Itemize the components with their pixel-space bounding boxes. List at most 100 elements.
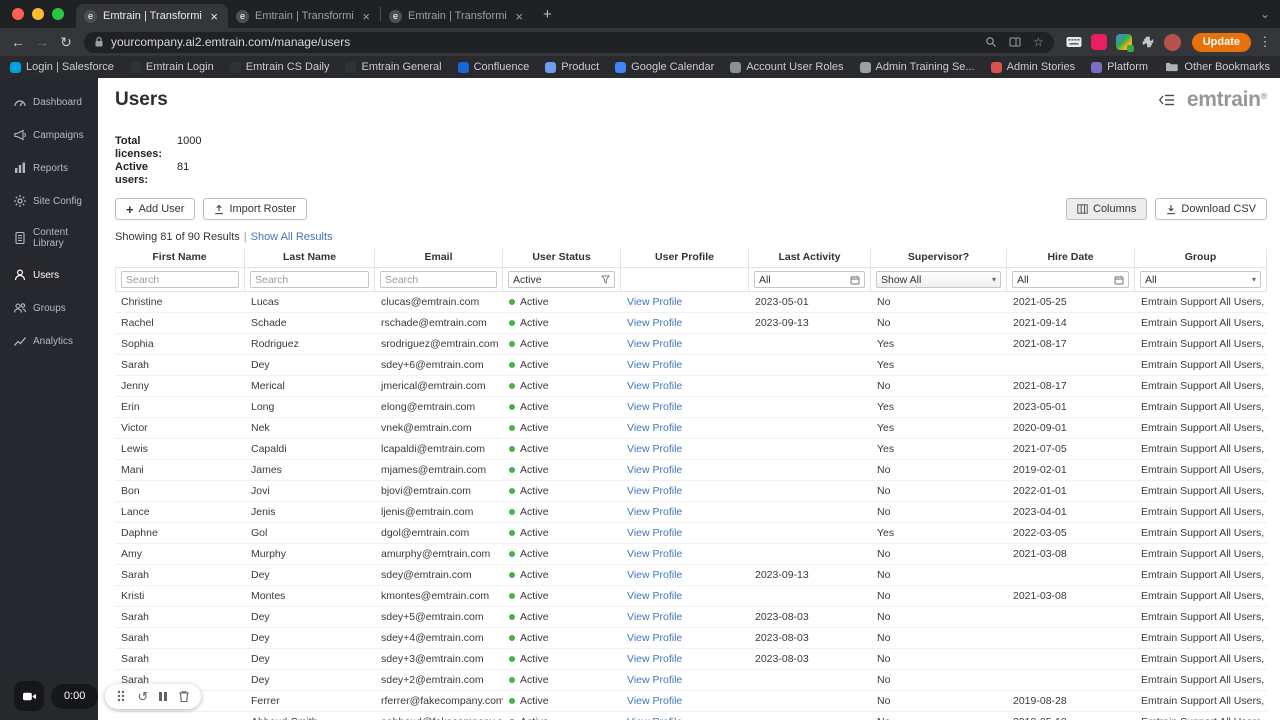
collapse-sidebar-icon[interactable] [1158, 94, 1175, 106]
zoom-window-button[interactable] [52, 8, 64, 20]
bookmark-item[interactable]: Admin Stories [990, 61, 1075, 73]
table-row[interactable]: Jenny Merical jmerical@emtrain.com Activ… [115, 376, 1267, 397]
bookmark-item[interactable]: Confluence [457, 61, 529, 73]
sidebar-item-content-library[interactable]: Content Library [0, 220, 98, 256]
column-header[interactable]: Hire Date [1007, 249, 1135, 267]
sidebar-item-users[interactable]: Users [0, 261, 98, 289]
puzzle-extensions-icon[interactable] [1141, 35, 1155, 49]
group-filter[interactable]: All ▾ [1140, 271, 1261, 288]
browser-menu-icon[interactable]: ⋮ [1256, 34, 1274, 50]
view-profile-link[interactable]: View Profile [627, 380, 682, 392]
hire-date-filter[interactable]: All [1012, 271, 1129, 288]
tab-close-icon[interactable]: × [208, 10, 220, 23]
column-header[interactable]: Supervisor? [871, 249, 1007, 267]
table-row[interactable]: Victor Nek vnek@emtrain.com Active View … [115, 418, 1267, 439]
new-tab-button[interactable]: + [543, 6, 552, 23]
search-icon[interactable] [985, 36, 997, 48]
show-all-results-link[interactable]: Show All Results [251, 231, 333, 243]
address-bar[interactable]: yourcompany.ai2.emtrain.com/manage/users… [84, 31, 1054, 53]
tab-search-icon[interactable]: ⌄ [1260, 7, 1280, 21]
back-icon[interactable]: ← [6, 34, 30, 50]
delete-recording-icon[interactable] [178, 690, 190, 703]
browser-tab-3[interactable]: e Emtrain | Transforming Workp... × [381, 4, 533, 28]
table-row[interactable]: Mani James mjames@emtrain.com Active Vie… [115, 460, 1267, 481]
sidebar-item-campaigns[interactable]: Campaigns [0, 121, 98, 149]
email-filter-input[interactable] [380, 271, 497, 288]
chrome-update-button[interactable]: Update [1191, 32, 1251, 52]
view-profile-link[interactable]: View Profile [627, 485, 682, 497]
table-row[interactable]: Sarah Dey sdey+4@emtrain.com Active View… [115, 628, 1267, 649]
view-profile-link[interactable]: View Profile [627, 338, 682, 350]
bookmark-star-icon[interactable]: ☆ [1033, 35, 1044, 49]
import-roster-button[interactable]: Import Roster [203, 198, 308, 220]
browser-tab-1[interactable]: e Emtrain | Transforming Wo... × [76, 4, 228, 28]
table-row[interactable]: Sarah Dey sdey+3@emtrain.com Active View… [115, 649, 1267, 670]
bookmark-item[interactable]: Platform Events D... [1091, 61, 1149, 73]
table-row[interactable]: Sarah Dey sdey+5@emtrain.com Active View… [115, 607, 1267, 628]
bookmark-item[interactable]: Login | Salesforce [10, 61, 114, 73]
sidebar-item-analytics[interactable]: Analytics [0, 327, 98, 355]
supervisor-filter-select[interactable]: Show All ▾ [876, 271, 1001, 288]
tab-close-icon[interactable]: × [513, 10, 525, 23]
table-row[interactable]: Amy Murphy amurphy@emtrain.com Active Vi… [115, 544, 1267, 565]
extension-icon[interactable] [1115, 34, 1134, 52]
bookmark-item[interactable]: Emtrain Login [129, 61, 214, 73]
bookmark-item[interactable]: Google Calendar [615, 61, 714, 73]
table-row[interactable]: Sarah Dey sdey+6@emtrain.com Active View… [115, 355, 1267, 376]
table-row[interactable]: Lewis Capaldi lcapaldi@emtrain.com Activ… [115, 439, 1267, 460]
view-profile-link[interactable]: View Profile [627, 401, 682, 413]
view-profile-link[interactable]: View Profile [627, 359, 682, 371]
reload-icon[interactable]: ↻ [54, 34, 78, 51]
table-row[interactable]: Christine Lucas clucas@emtrain.com Activ… [115, 292, 1267, 313]
restart-recording-icon[interactable]: ↺ [137, 690, 148, 703]
view-profile-link[interactable]: View Profile [627, 506, 682, 518]
view-profile-link[interactable]: View Profile [627, 695, 682, 707]
table-row[interactable]: Daphne Gol dgol@emtrain.com Active View … [115, 523, 1267, 544]
bookmark-item[interactable]: Emtrain CS Daily [229, 61, 329, 73]
add-user-button[interactable]: + Add User [115, 198, 196, 220]
column-header[interactable]: User Profile [621, 249, 749, 267]
table-row[interactable]: Sarah Dey sdey@emtrain.com Active View P… [115, 565, 1267, 586]
bookmark-item[interactable]: Account User Roles [730, 61, 844, 73]
keyboard-extension-icon[interactable] [1066, 36, 1082, 48]
lock-icon[interactable] [94, 36, 104, 48]
table-row[interactable]: Sophia Rodriguez srodriguez@emtrain.com … [115, 334, 1267, 355]
table-row[interactable]: Rachel Schade rschade@emtrain.com Active… [115, 313, 1267, 334]
sidebar-item-reports[interactable]: Reports [0, 154, 98, 182]
column-header[interactable]: Email [375, 249, 503, 267]
first-name-filter-input[interactable] [121, 271, 239, 288]
view-profile-link[interactable]: View Profile [627, 569, 682, 581]
table-row[interactable]: Rose Ferrer rferrer@fakecompany.com Acti… [115, 691, 1267, 712]
other-bookmarks-button[interactable]: Other Bookmarks [1165, 61, 1270, 73]
download-csv-button[interactable]: Download CSV [1155, 198, 1267, 220]
view-profile-link[interactable]: View Profile [627, 653, 682, 665]
view-profile-link[interactable]: View Profile [627, 674, 682, 686]
bookmark-item[interactable]: Admin Training Se... [859, 61, 975, 73]
user-status-filter[interactable]: Active [508, 271, 615, 288]
sidebar-item-groups[interactable]: Groups [0, 294, 98, 322]
view-profile-link[interactable]: View Profile [627, 443, 682, 455]
view-profile-link[interactable]: View Profile [627, 527, 682, 539]
view-profile-link[interactable]: View Profile [627, 317, 682, 329]
view-profile-link[interactable]: View Profile [627, 422, 682, 434]
view-profile-link[interactable]: View Profile [627, 716, 682, 720]
profile-avatar[interactable] [1163, 33, 1181, 51]
pause-recording-button[interactable] [159, 691, 167, 701]
view-profile-link[interactable]: View Profile [627, 296, 682, 308]
tab-close-icon[interactable]: × [360, 10, 372, 23]
column-header[interactable]: Last Activity [749, 249, 871, 267]
table-row[interactable]: Bon Jovi bjovi@emtrain.com Active View P… [115, 481, 1267, 502]
bookmark-item[interactable]: Product [545, 61, 599, 73]
extension-icon[interactable] [1090, 34, 1107, 50]
bookmark-item[interactable]: Emtrain General [345, 61, 442, 73]
drag-handle-icon[interactable] [116, 689, 126, 703]
minimize-window-button[interactable] [32, 8, 44, 20]
table-row[interactable]: Erin Long elong@emtrain.com Active View … [115, 397, 1267, 418]
table-row[interactable]: Sarah Dey sdey+2@emtrain.com Active View… [115, 670, 1267, 691]
view-profile-link[interactable]: View Profile [627, 590, 682, 602]
column-header[interactable]: Group [1135, 249, 1267, 267]
browser-tab-2[interactable]: e Emtrain | Transforming Workp... × [228, 4, 380, 28]
view-profile-link[interactable]: View Profile [627, 632, 682, 644]
recorder-camera-button[interactable] [14, 681, 44, 711]
table-row[interactable]: Kristi Montes kmontes@emtrain.com Active… [115, 586, 1267, 607]
